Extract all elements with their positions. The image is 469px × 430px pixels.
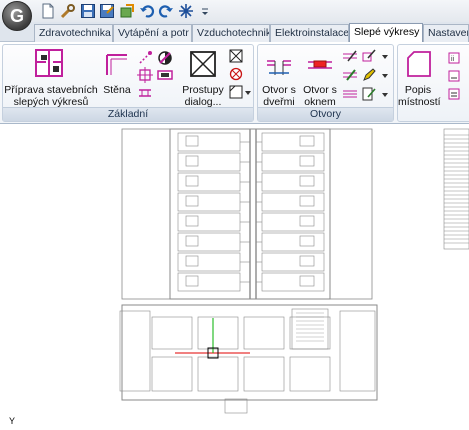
tab-vzduchotechnika[interactable]: Vzduchotechnik — [192, 24, 270, 42]
opening-edit-icon[interactable] — [342, 49, 358, 63]
svg-text:ii: ii — [451, 56, 455, 63]
save-icon[interactable] — [80, 3, 96, 19]
new-file-icon[interactable] — [40, 3, 56, 19]
settings-wrench-icon[interactable] — [60, 3, 76, 19]
priprava-button[interactable]: Příprava stavebních slepých výkresů — [3, 45, 99, 108]
tab-zdravotechnika[interactable]: Zdravotechnika — [34, 24, 113, 42]
otvor-dvere-button[interactable]: Otvor s dveřmi — [258, 45, 300, 108]
opening-brush-icon[interactable] — [342, 68, 358, 82]
room-area-icon[interactable] — [448, 69, 464, 83]
prostupy-button[interactable]: Prostupy dialog... — [177, 45, 229, 108]
panel-zakladni: Příprava stavebních slepých výkresů Stěn… — [2, 44, 254, 122]
save-as-icon[interactable] — [99, 3, 115, 19]
snowflake-icon[interactable] — [178, 3, 194, 19]
popis-label-1: Popis — [404, 84, 432, 96]
app-logo-icon: G — [10, 6, 25, 26]
popis-label-2: místností — [398, 96, 441, 108]
room-number-icon[interactable]: ii — [448, 51, 464, 65]
dropdown-arrow-icon[interactable] — [200, 3, 210, 19]
dropdown-arrow-icon[interactable] — [381, 72, 389, 80]
penetration-box-icon — [190, 51, 216, 77]
otvor-dvere-label-1: Otvor s — [262, 84, 296, 96]
ribbon: Příprava stavebních slepých výkresů Stěn… — [0, 42, 469, 124]
panel-otvory: Otvor s dveřmi Otvor s oknem Otvory — [257, 44, 394, 122]
square-cross-icon[interactable] — [229, 49, 243, 63]
application-menu-button[interactable]: G — [2, 1, 32, 31]
column-target-icon[interactable] — [137, 67, 153, 83]
opening-rectangle-icon[interactable] — [157, 67, 173, 83]
tab-elektroinstalace[interactable]: Elektroinstalace — [270, 24, 349, 42]
undo-icon[interactable] — [139, 3, 155, 19]
ribbon-tab-bar: Zdravotechnika Vytápění a potr Vzduchote… — [0, 22, 469, 43]
tab-slepe-vykresy[interactable]: Slepé výkresy — [349, 23, 423, 43]
tab-vytapeni[interactable]: Vytápění a potr — [113, 24, 192, 42]
panel-popis: Popis místností ii — [397, 44, 469, 122]
dimension-tool-icon[interactable] — [137, 50, 153, 66]
opening-list-icon[interactable] — [342, 87, 358, 101]
crosshair-cursor-icon — [175, 318, 250, 359]
wall-edit-icon[interactable] — [362, 49, 376, 63]
room-table-icon[interactable] — [448, 87, 464, 101]
wall-icon — [106, 54, 127, 75]
export-icon[interactable] — [119, 3, 135, 19]
circle-cross-icon[interactable] — [229, 67, 243, 81]
room-label-icon — [407, 51, 431, 77]
dropdown-arrow-icon[interactable] — [244, 89, 252, 97]
tab-nastaveni[interactable]: Nastaven — [423, 24, 469, 42]
beam-icon[interactable] — [137, 85, 153, 101]
floor-plan-drawing — [119, 128, 469, 414]
prostupy-label-1: Prostupy — [182, 84, 224, 96]
stena-label: Stěna — [103, 84, 131, 96]
dropdown-arrow-icon[interactable] — [381, 53, 389, 61]
document-edit-icon[interactable] — [362, 87, 376, 101]
stena-button[interactable]: Stěna — [99, 45, 135, 107]
window-opening-icon — [308, 60, 332, 69]
redo-icon[interactable] — [158, 3, 174, 19]
quick-access-toolbar: G — [0, 0, 469, 31]
pencil-icon[interactable] — [362, 68, 376, 82]
panel-title-zakladni: Základní — [3, 107, 253, 121]
ucs-axis-label: Y — [9, 416, 16, 426]
door-opening-icon — [267, 60, 291, 75]
dropdown-arrow-icon[interactable] — [381, 91, 389, 99]
drawing-canvas[interactable] — [0, 125, 469, 430]
otvor-okno-button[interactable]: Otvor s oknem — [300, 45, 340, 108]
panel-title-otvory: Otvory — [258, 107, 393, 121]
popis-mistnosti-button[interactable]: Popis místností — [398, 45, 441, 108]
circle-fill-icon[interactable] — [157, 50, 173, 66]
otvor-okno-label-1: Otvor s — [303, 84, 337, 96]
square-corner-icon[interactable] — [229, 85, 243, 99]
floor-plan-icon — [35, 49, 63, 77]
priprava-label-1: Příprava stavebních — [4, 84, 98, 96]
